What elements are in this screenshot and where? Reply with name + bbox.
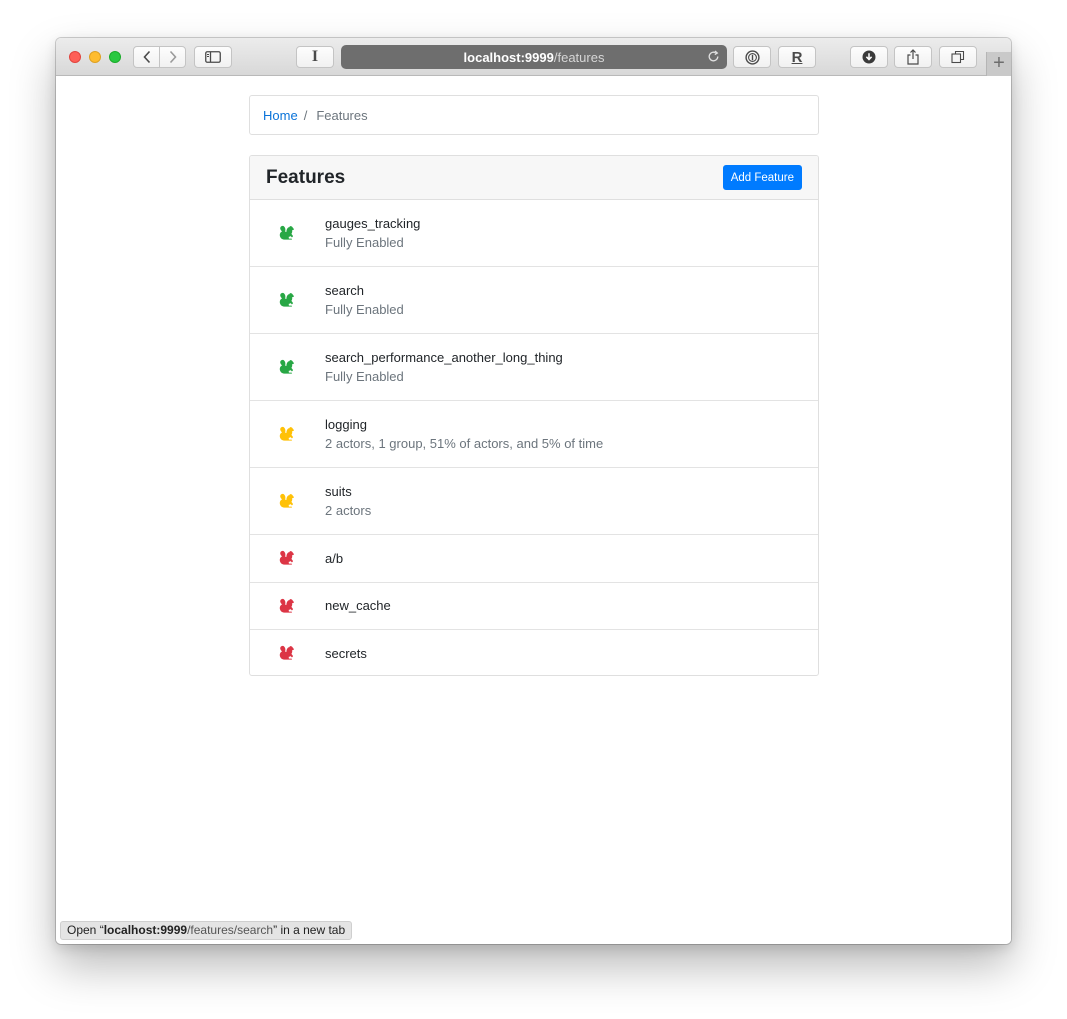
feature-name[interactable]: suits [325, 483, 371, 500]
feature-name[interactable]: secrets [325, 645, 367, 662]
squirrel-icon [277, 224, 295, 242]
feature-row[interactable]: a/b [250, 535, 818, 583]
extension-button[interactable]: R [778, 46, 816, 68]
reload-button[interactable] [707, 50, 720, 66]
password-manager-icon [744, 49, 760, 65]
tab-overview-button[interactable] [939, 46, 977, 68]
status-prefix: Open “ [67, 923, 104, 937]
minimize-window-button[interactable] [89, 51, 101, 63]
feature-row[interactable]: search Fully Enabled [250, 267, 818, 334]
breadcrumb-current: Features [316, 107, 368, 123]
features-card: Features Add Feature gauges_tracking Full… [249, 155, 819, 676]
new-tab-button[interactable]: + [986, 52, 1011, 76]
squirrel-icon [277, 597, 295, 615]
squirrel-icon [277, 492, 295, 510]
feature-status: Fully Enabled [325, 369, 404, 384]
feature-text: secrets [325, 645, 367, 662]
zoom-window-button[interactable] [109, 51, 121, 63]
feature-name[interactable]: logging [325, 416, 603, 433]
chevron-right-icon [169, 50, 177, 64]
feature-status: Fully Enabled [325, 302, 404, 317]
forward-button[interactable] [159, 47, 185, 67]
feature-text: search_performance_another_long_thing Ful… [325, 349, 563, 385]
reload-icon [708, 50, 719, 62]
status-suffix: ” in a new tab [273, 923, 346, 937]
feature-list: gauges_tracking Fully Enabled search Fully … [250, 200, 818, 675]
add-feature-button[interactable]: Add Feature [722, 165, 802, 190]
password-extension-button[interactable] [733, 46, 771, 68]
squirrel-icon [277, 644, 295, 662]
sidebar-icon [205, 51, 221, 63]
feature-name[interactable]: search_performance_another_long_thing [325, 349, 563, 366]
feature-text: suits 2 actors [325, 483, 371, 519]
breadcrumb: Home / Features [249, 95, 819, 135]
feature-text: gauges_tracking Fully Enabled [325, 215, 420, 251]
feature-name[interactable]: a/b [325, 550, 343, 567]
status-host: localhost:9999 [103, 923, 188, 937]
feature-status: 2 actors [325, 503, 372, 518]
feature-name[interactable]: search [325, 282, 404, 299]
feature-status: Fully Enabled [325, 235, 404, 250]
feature-text: logging 2 actors, 1 group, 51% of actors,… [325, 416, 603, 452]
address-host: localhost:9999 [463, 49, 554, 65]
feature-text: search Fully Enabled [325, 282, 404, 318]
squirrel-icon [277, 358, 295, 376]
address-path: /features [553, 49, 605, 65]
nav-button-group [133, 46, 186, 68]
feature-row[interactable]: suits 2 actors [250, 468, 818, 535]
page-title: Features [266, 166, 346, 188]
feature-row[interactable]: search_performance_another_long_thing Ful… [250, 334, 818, 401]
feature-row[interactable]: logging 2 actors, 1 group, 51% of actors,… [250, 401, 818, 468]
share-button[interactable] [894, 46, 932, 68]
browser-toolbar: I localhost:9999/features R + [56, 38, 1011, 76]
downloads-button[interactable] [850, 46, 888, 68]
breadcrumb-home-link[interactable]: Home [263, 108, 298, 123]
browser-window: I localhost:9999/features R + Home / Fea… [56, 38, 1011, 944]
feature-name[interactable]: gauges_tracking [325, 215, 420, 232]
feature-row[interactable]: secrets [250, 630, 818, 675]
feature-text: new_cache [325, 597, 391, 614]
chevron-left-icon [143, 50, 150, 64]
card-header: Features Add Feature [250, 156, 818, 200]
feature-status: 2 actors, 1 group, 51% of actors, and 5%… [325, 436, 604, 451]
squirrel-icon [277, 549, 295, 567]
squirrel-icon [277, 425, 295, 443]
breadcrumb-separator: / [303, 107, 308, 123]
share-icon [907, 49, 919, 65]
reader-icon: I [311, 48, 319, 65]
address-bar[interactable]: localhost:9999/features [341, 45, 727, 69]
sidebar-toggle-button[interactable] [194, 46, 232, 68]
reader-view-button[interactable]: I [296, 46, 334, 68]
feature-row[interactable]: gauges_tracking Fully Enabled [250, 200, 818, 267]
feature-text: a/b [325, 550, 343, 567]
squirrel-icon [277, 291, 295, 309]
back-button[interactable] [134, 47, 159, 67]
status-bar: Open “localhost:9999/features/search” in… [60, 921, 353, 940]
extension-icon: R [791, 48, 803, 66]
close-window-button[interactable] [69, 51, 81, 63]
download-icon [862, 50, 876, 64]
feature-row[interactable]: new_cache [250, 583, 818, 630]
page-content: Home / Features Features Add Feature gau… [56, 76, 1011, 944]
tabs-icon [951, 50, 965, 64]
feature-name[interactable]: new_cache [325, 597, 391, 614]
status-path: /features/search [187, 923, 274, 937]
